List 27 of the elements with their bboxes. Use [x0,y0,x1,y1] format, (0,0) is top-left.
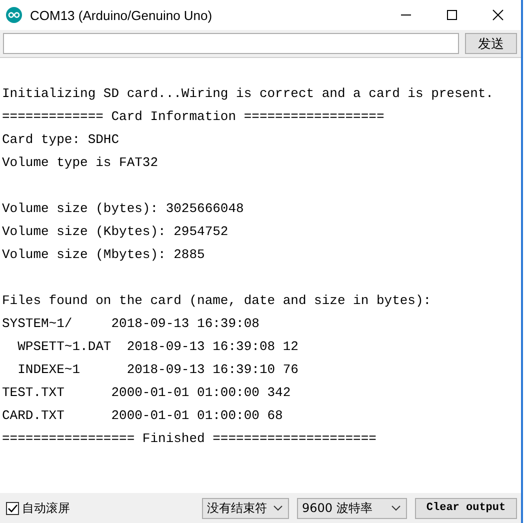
output-line: Card type: SDHC [2,131,120,149]
logo-icon [6,7,22,23]
output-line: Volume size (Kbytes): 2954752 [2,223,230,241]
checkbox-label: 自动滚屏 [22,500,70,516]
baud-rate-dropdown[interactable]: 9600 波特率 [297,498,407,518]
close-icon[interactable] [492,9,504,21]
output-line: SYSTEM~1/ 2018-09-13 16:39:08 [2,315,260,333]
window-title: COM13 (Arduino/Genuino Uno) [30,8,212,22]
output-line: ================= Finished ===================== [2,430,378,448]
output-line: WPSETT~1.DAT 2018-09-13 16:39:08 12 [16,338,300,356]
output-line: Initializing SD card...Wiring is correct and a card is present. [2,85,494,103]
output-line: Files found on the card (name, date and size in bytes): [2,292,432,310]
output-line: Volume size (Mbytes): 2885 [2,246,206,264]
output-line: TEST.TXT 2000-01-01 01:00:00 342 [2,384,292,402]
maximize-icon[interactable] [446,9,458,21]
send-button[interactable]: 发送 [465,33,517,54]
line-ending-dropdown[interactable]: 没有结束符 [202,498,289,518]
caret-icon [273,505,283,511]
input-field[interactable] [3,33,459,54]
output-line: CARD.TXT 2000-01-01 01:00:00 68 [2,407,284,425]
output-line: INDEXE~1 2018-09-13 16:39:10 76 [16,361,300,379]
output-line: ============= Card Information ================== [2,108,386,126]
caret-icon [391,505,401,511]
checkbox[interactable] [6,502,19,514]
clear-output-button[interactable]: Clear output [415,498,517,518]
output-line: Volume size (bytes): 3025666048 [2,200,245,218]
output-line: Volume type is FAT32 [2,154,160,172]
